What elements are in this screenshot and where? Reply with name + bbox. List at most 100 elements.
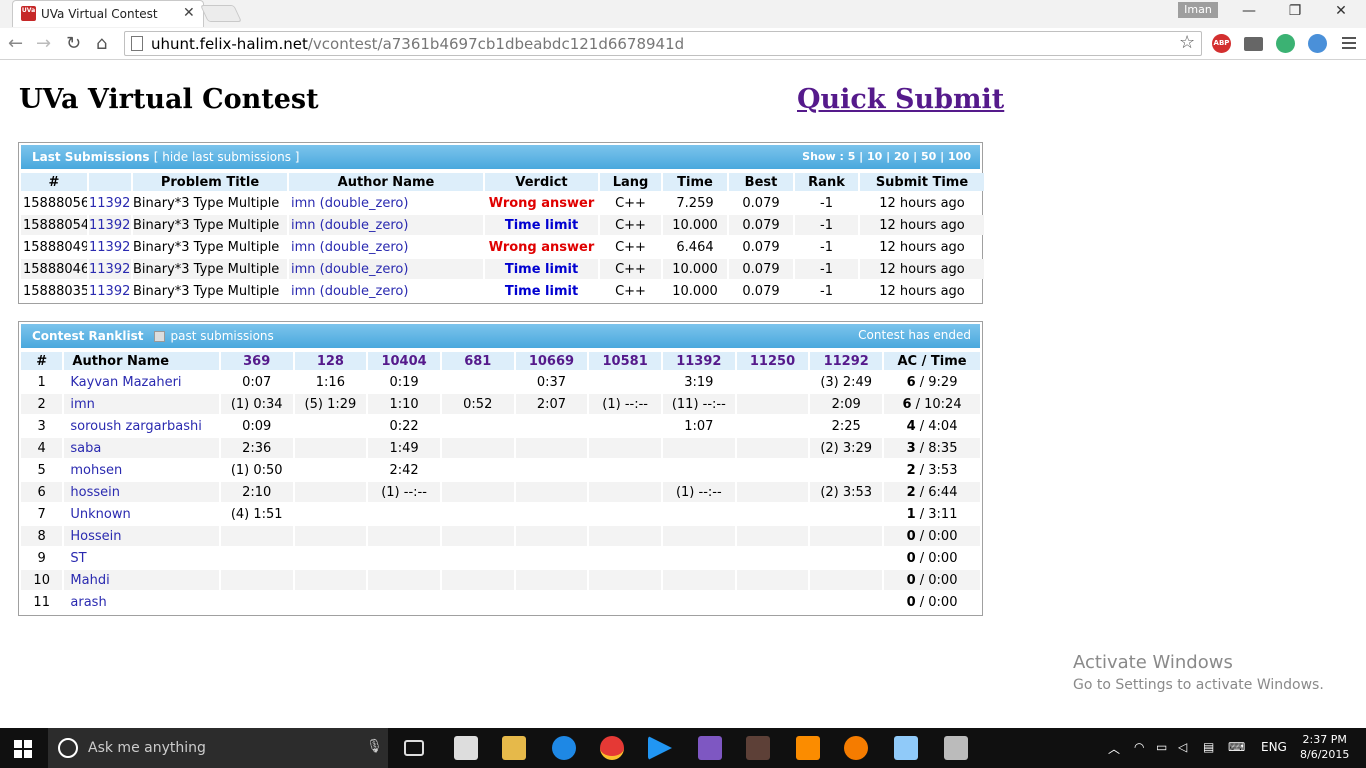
problem-result: 2:25 [831, 418, 861, 434]
page-title: UVa Virtual Contest [19, 84, 319, 115]
language-indicator[interactable]: ENG [1261, 740, 1287, 754]
url-text[interactable]: uhunt.felix-halim.net/vcontest/a7361b469… [151, 35, 684, 53]
address-bar[interactable]: uhunt.felix-halim.net/vcontest/a7361b469… [124, 31, 1202, 56]
media-player-icon[interactable] [648, 736, 672, 760]
problem-result [515, 570, 588, 590]
profile-button[interactable]: Iman [1178, 2, 1218, 18]
wifi-icon[interactable]: ◠ [1134, 740, 1144, 754]
contestant-name-link[interactable]: Kayvan Mazaheri [64, 372, 218, 392]
store-icon[interactable] [454, 736, 478, 760]
problem-result [663, 504, 735, 524]
avast-icon[interactable] [844, 736, 868, 760]
problem-column-link[interactable]: 11392 [662, 352, 735, 370]
problem-column-link[interactable]: 369 [220, 352, 293, 370]
contestant-name-link[interactable]: mohsen [64, 460, 218, 480]
rank-position: 1 [37, 374, 46, 390]
cortana-search-box[interactable]: Ask me anything 🎙 [48, 728, 388, 768]
problem-result [663, 592, 735, 612]
contestant-name-link[interactable]: saba [64, 438, 219, 458]
problem-id-link[interactable]: 11392 [89, 281, 131, 301]
problem-result: 1:07 [684, 418, 714, 434]
quick-submit-link[interactable]: Quick Submit [797, 84, 1004, 115]
git-icon[interactable] [796, 736, 820, 760]
problem-id-link[interactable]: 11392 [89, 193, 131, 213]
clock[interactable]: 2:37 PM 8/6/2015 [1300, 732, 1349, 762]
author-link[interactable]: imn (double_zero) [289, 259, 483, 279]
contestant-name-link[interactable]: soroush zargarbashi [64, 416, 218, 436]
tab-title: UVa Virtual Contest [41, 7, 158, 21]
problem-column-link[interactable]: 11250 [736, 352, 809, 370]
contestant-name-link[interactable]: imn [64, 394, 219, 414]
notifications-icon[interactable]: ▤ [1203, 740, 1214, 754]
restore-icon[interactable]: ❐ [1272, 3, 1318, 19]
close-window-icon[interactable]: ✕ [1318, 3, 1364, 19]
show-50-link[interactable]: 50 [921, 150, 936, 163]
minimize-icon[interactable]: — [1226, 3, 1272, 19]
show-5-link[interactable]: 5 [848, 150, 856, 163]
ac-time-total: 0 / 0:00 [884, 548, 980, 568]
show-100-link[interactable]: 100 [948, 150, 971, 163]
edge-icon[interactable] [552, 736, 576, 760]
problem-column-link[interactable]: 681 [441, 352, 514, 370]
sublime-text-icon[interactable] [746, 736, 770, 760]
problem-id-link[interactable]: 11392 [89, 237, 131, 257]
app-icon[interactable] [894, 736, 918, 760]
calculator-icon[interactable] [944, 736, 968, 760]
problem-id-link[interactable]: 11392 [89, 259, 131, 279]
problem-column-link[interactable]: 10669 [515, 352, 588, 370]
back-icon[interactable]: ← [8, 33, 23, 54]
accepted-count: 0 [906, 550, 916, 566]
forward-icon[interactable]: → [36, 33, 51, 54]
microphone-icon[interactable]: 🎙 [366, 739, 383, 754]
problem-result [589, 482, 661, 502]
language: C++ [615, 283, 646, 299]
visual-studio-icon[interactable] [698, 736, 722, 760]
contestant-name-link[interactable]: Unknown [64, 504, 218, 524]
mail-icon[interactable] [1244, 37, 1263, 51]
contestant-name-link[interactable]: hossein [64, 482, 219, 502]
rank: -1 [820, 283, 833, 299]
file-explorer-icon[interactable] [502, 736, 526, 760]
bookmark-star-icon[interactable]: ☆ [1179, 32, 1195, 53]
contestant-name-link[interactable]: arash [64, 592, 218, 612]
windows-start-icon[interactable] [14, 740, 32, 758]
submissions-col-header: Problem Title [133, 173, 287, 191]
task-view-icon[interactable] [404, 740, 424, 756]
problem-result [737, 592, 809, 612]
problem-result: (1) --:-- [368, 482, 440, 502]
close-tab-icon[interactable]: ✕ [183, 5, 195, 21]
ac-time-total: 0 / 0:00 [884, 592, 980, 612]
keyboard-icon[interactable]: ⌨ [1228, 740, 1245, 754]
adblock-icon[interactable]: ABP [1212, 34, 1231, 53]
globe-icon[interactable] [1308, 34, 1327, 53]
author-link[interactable]: imn (double_zero) [289, 237, 483, 257]
problem-column-link[interactable]: 128 [294, 352, 367, 370]
problem-column-link[interactable]: 10581 [589, 352, 661, 370]
problem-id-link[interactable]: 11392 [89, 215, 131, 235]
contestant-name-link[interactable]: Hossein [64, 526, 219, 546]
show-20-link[interactable]: 20 [894, 150, 909, 163]
problem-result [516, 460, 588, 480]
new-tab-button[interactable] [200, 5, 242, 22]
show-hidden-icons-icon[interactable]: ︿ [1108, 740, 1120, 757]
chrome-icon[interactable] [600, 736, 624, 760]
volume-icon[interactable]: ◁ [1178, 740, 1187, 754]
past-submissions-checkbox[interactable] [153, 331, 165, 342]
hide-last-submissions-link[interactable]: [ hide last submissions ] [154, 150, 300, 164]
browser-tab[interactable]: UVa UVa Virtual Contest ✕ [12, 0, 204, 27]
author-link[interactable]: imn (double_zero) [289, 281, 483, 301]
problem-result [294, 570, 367, 590]
battery-icon[interactable]: ▭ [1156, 740, 1167, 754]
author-link[interactable]: imn (double_zero) [289, 193, 483, 213]
chrome-menu-icon[interactable] [1342, 34, 1356, 52]
run-time: 10.000 [663, 259, 727, 279]
problem-column-link[interactable]: 10404 [368, 352, 440, 370]
contestant-name-link[interactable]: ST [64, 548, 218, 568]
show-10-link[interactable]: 10 [867, 150, 882, 163]
problem-column-link[interactable]: 11292 [810, 352, 883, 370]
home-icon[interactable]: ⌂ [96, 33, 107, 54]
reload-icon[interactable]: ↻ [66, 33, 81, 54]
grammarly-icon[interactable] [1276, 34, 1295, 53]
contestant-name-link[interactable]: Mahdi [64, 570, 219, 590]
author-link[interactable]: imn (double_zero) [289, 215, 483, 235]
